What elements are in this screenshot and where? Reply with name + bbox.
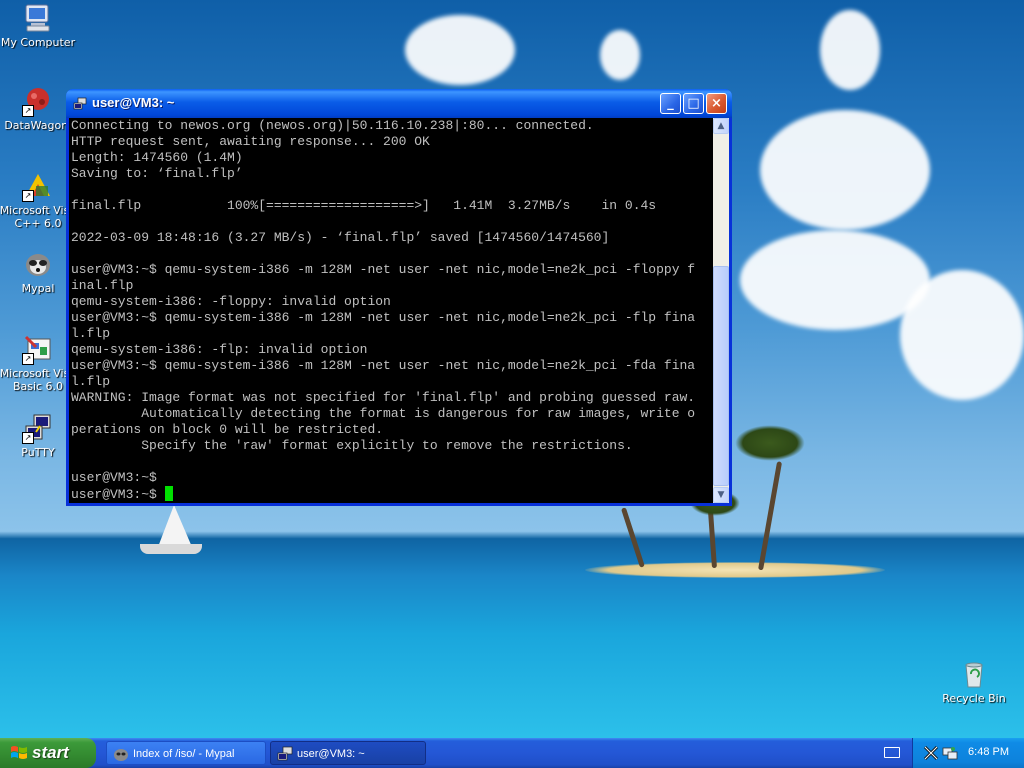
taskbar: start Index of /iso/ - Mypal user@VM3: ~…	[0, 738, 1024, 768]
keyboard-icon[interactable]	[884, 747, 900, 758]
scroll-up-arrow-icon: ▲	[717, 121, 725, 131]
scroll-down-arrow-icon: ▼	[717, 490, 725, 500]
clock[interactable]: 6:48 PM	[968, 746, 1009, 758]
terminal-line: user@VM3:~$	[71, 470, 157, 485]
terminal-prompt: user@VM3:~$	[71, 487, 165, 502]
scroll-up-button[interactable]: ▲	[713, 118, 729, 134]
scroll-down-button[interactable]: ▼	[713, 487, 729, 503]
terminal-line: Saving to: ‘final.flp’	[71, 166, 243, 181]
shortcut-arrow-icon: ↗	[22, 432, 34, 444]
terminal-line: perations on block 0 will be restricted.	[71, 422, 384, 437]
terminal-line: inal.flp	[71, 278, 134, 293]
start-label: start	[32, 743, 69, 762]
desktop: My Computer ↗ DataWagon. ↗ Microsoft Vis…	[0, 0, 1024, 738]
terminal-line: Connecting to newos.org (newos.org)|50.1…	[71, 118, 594, 133]
terminal-line: Length: 1474560 (1.4M)	[71, 150, 243, 165]
maximize-button[interactable]: □	[683, 93, 704, 114]
shortcut-arrow-icon: ↗	[22, 353, 34, 365]
system-tray: 6:48 PM	[912, 738, 1024, 768]
minimize-icon: _	[667, 96, 674, 111]
palm-trunk	[620, 507, 645, 568]
terminal-line: 2022-03-09 18:48:16 (3.27 MB/s) - ‘final…	[71, 230, 610, 245]
desktop-icon-label: My Computer	[0, 36, 76, 49]
terminal-cursor	[164, 486, 173, 501]
close-button[interactable]: ×	[706, 93, 727, 114]
terminal-line: l.flp	[71, 326, 111, 341]
terminal-line: qemu-system-i386: -flp: invalid option	[71, 342, 368, 357]
cloud	[405, 15, 515, 85]
terminal-line: WARNING: Image format was not specified …	[71, 390, 696, 405]
desktop-icon-my-computer[interactable]: My Computer	[0, 2, 77, 49]
taskbar-item-putty[interactable]: user@VM3: ~	[270, 741, 426, 765]
putty-icon	[277, 746, 293, 761]
palm-top	[735, 425, 805, 461]
terminal-output[interactable]: Connecting to newos.org (newos.org)|50.1…	[69, 118, 713, 503]
terminal-line: user@VM3:~$ qemu-system-i386 -m 128M -ne…	[71, 310, 696, 325]
terminal-line: Automatically detecting the format is da…	[71, 406, 696, 421]
terminal-prompt-line[interactable]: user@VM3:~$	[71, 486, 713, 502]
terminal-window[interactable]: user@VM3: ~ _ □ × Connecting to newos.or…	[66, 89, 732, 506]
minimize-button[interactable]: _	[660, 93, 681, 114]
terminal-line: qemu-system-i386: -floppy: invalid optio…	[71, 294, 391, 309]
datawagon-icon: ↗	[22, 85, 54, 117]
windows-flag-icon	[11, 746, 27, 759]
taskbar-item-mypal[interactable]: Index of /iso/ - Mypal	[106, 741, 266, 765]
terminal-line: final.flp 100%[===================>] 1.4…	[71, 198, 657, 213]
terminal-line: user@VM3:~$ qemu-system-i386 -m 128M -ne…	[71, 358, 696, 373]
terminal-line: Specify the 'raw' format explicitly to r…	[71, 438, 633, 453]
cloud	[900, 270, 1024, 400]
my-computer-icon	[22, 2, 54, 34]
palm-trunk	[758, 461, 783, 571]
visual-basic-icon: ↗	[22, 333, 54, 365]
x-server-icon[interactable]	[923, 745, 939, 761]
cloud	[820, 10, 880, 90]
terminal-line: l.flp	[71, 374, 111, 389]
vertical-scrollbar[interactable]: ▲ ▼	[713, 118, 729, 503]
cloud	[740, 230, 930, 330]
maximize-icon: □	[687, 96, 700, 111]
island	[585, 562, 885, 578]
terminal-line: HTTP request sent, awaiting response... …	[71, 134, 430, 149]
putty-icon[interactable]	[73, 96, 87, 110]
cloud	[760, 110, 930, 230]
mypal-icon	[22, 248, 54, 280]
scroll-thumb[interactable]	[713, 266, 729, 486]
mypal-icon	[114, 749, 128, 761]
recycle-bin-icon	[958, 658, 990, 690]
cloud	[600, 30, 640, 80]
taskbar-item-label: user@VM3: ~	[297, 748, 365, 760]
shortcut-arrow-icon: ↗	[22, 105, 34, 117]
desktop-icon-recycle-bin[interactable]: Recycle Bin	[935, 658, 1013, 705]
window-titlebar[interactable]: user@VM3: ~ _ □ ×	[66, 89, 732, 118]
start-button[interactable]: start	[0, 738, 96, 768]
taskbar-item-label: Index of /iso/ - Mypal	[133, 748, 235, 760]
close-icon: ×	[711, 96, 722, 111]
boat-hull	[140, 544, 202, 554]
visual-cpp-icon: ↗	[22, 170, 54, 202]
putty-icon: ↗	[22, 412, 54, 444]
sailboat	[158, 505, 192, 547]
shortcut-arrow-icon: ↗	[22, 190, 34, 202]
window-title: user@VM3: ~	[92, 95, 175, 110]
terminal-line: user@VM3:~$ qemu-system-i386 -m 128M -ne…	[71, 262, 696, 277]
desktop-icon-label: Recycle Bin	[942, 692, 1006, 705]
network-icon[interactable]	[942, 745, 958, 761]
